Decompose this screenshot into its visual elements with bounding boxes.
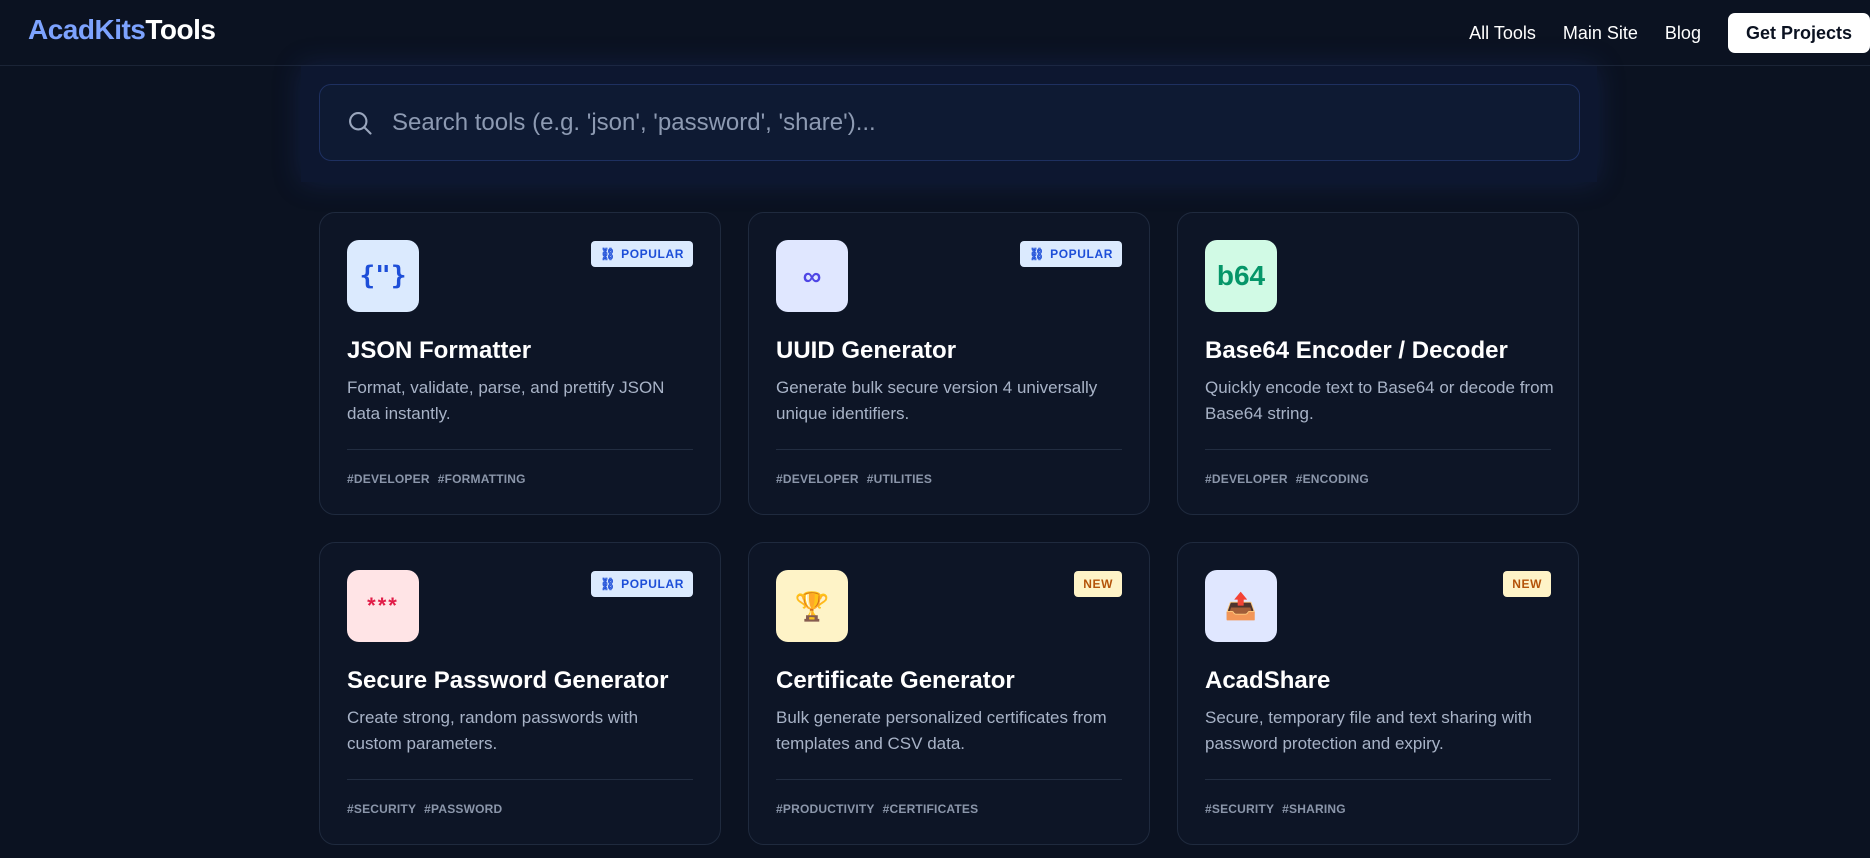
tag-list: #PRODUCTIVITY #CERTIFICATES [776,802,978,816]
tag: #SHARING [1282,802,1346,816]
tag: #DEVELOPER [347,472,430,486]
card-title: JSON Formatter [347,337,532,364]
tag: #SECURITY [1205,802,1275,816]
tag: #PRODUCTIVITY [776,802,875,816]
b64-icon: b64 [1205,240,1277,312]
link-icon: ⛓ [1029,247,1046,261]
tag: #ENCODING [1295,472,1369,486]
new-badge: NEW [1503,571,1551,597]
card-title: AcadShare [1205,667,1331,694]
card-title: Secure Password Generator [347,667,669,694]
site-logo[interactable]: AcadKitsTools [28,14,216,46]
tag: #DEVELOPER [776,472,859,486]
tag-list: #DEVELOPER #FORMATTING [347,472,526,486]
infinity-icon: ∞ [776,240,848,312]
nav-links: All Tools Main Site Blog Get Projects [1469,12,1870,54]
card-description: Bulk generate personalized certificates … [776,708,1107,753]
divider [1205,449,1551,450]
search-box[interactable] [319,84,1580,161]
link-icon: ⛓ [600,247,617,261]
link-icon: ⛓ [600,577,617,591]
trophy-icon: 🏆 [776,570,848,642]
divider [1205,779,1551,780]
get-projects-button[interactable]: Get Projects [1727,13,1870,53]
search-icon [349,111,372,135]
tag: #UTILITIES [866,472,933,486]
card-description: Generate bulk secure version 4 universal… [776,378,1098,423]
card-title: Base64 Encoder / Decoder [1205,337,1508,364]
tag: #PASSWORD [424,802,503,816]
tool-card-acadshare[interactable]: 📤 NEW AcadShare Secure, temporary file a… [1177,542,1579,845]
card-description: Format, validate, parse, and prettify JS… [347,378,665,423]
tag: #DEVELOPER [1205,472,1288,486]
top-nav-bar: AcadKitsTools All Tools Main Site Blog G… [0,0,1870,66]
password-icon: *** [347,570,419,642]
divider [347,449,693,450]
nav-link-blog[interactable]: Blog [1665,23,1701,44]
search-section [301,66,1597,182]
nav-link-all-tools[interactable]: All Tools [1469,23,1536,44]
logo-part-2: Tools [145,14,216,45]
card-title: UUID Generator [776,337,957,364]
search-input[interactable] [392,108,1492,137]
popular-badge: ⛓ POPULAR [591,241,693,267]
tag-list: #SECURITY #PASSWORD [347,802,502,816]
tag: #CERTIFICATES [882,802,979,816]
nav-link-main-site[interactable]: Main Site [1563,23,1638,44]
new-badge: NEW [1074,571,1122,597]
popular-badge: ⛓ POPULAR [591,571,693,597]
tool-card-json-formatter[interactable]: {"} ⛓ POPULAR JSON Formatter Format, vali… [319,212,721,515]
card-title: Certificate Generator [776,667,1015,694]
braces-icon: {"} [347,240,419,312]
divider [776,779,1122,780]
card-description: Quickly encode text to Base64 or decode … [1205,378,1554,423]
tool-card-uuid-generator[interactable]: ∞ ⛓ POPULAR UUID Generator Generate bulk … [748,212,1150,515]
tool-card-base64[interactable]: b64 Base64 Encoder / Decoder Quickly enc… [1177,212,1579,515]
tag: #FORMATTING [437,472,526,486]
tag-list: #DEVELOPER #ENCODING [1205,472,1369,486]
popular-badge: ⛓ POPULAR [1020,241,1122,267]
tool-card-password-generator[interactable]: *** ⛓ POPULAR Secure Password Generator C… [319,542,721,845]
card-description: Create strong, random passwords with cus… [347,708,639,753]
tag: #SECURITY [347,802,417,816]
divider [347,779,693,780]
tool-card-certificate-generator[interactable]: 🏆 NEW Certificate Generator Bulk generat… [748,542,1150,845]
divider [776,449,1122,450]
card-description: Secure, temporary file and text sharing … [1205,708,1532,753]
share-upload-icon: 📤 [1205,570,1277,642]
logo-part-1: AcadKits [28,14,146,45]
tag-list: #SECURITY #SHARING [1205,802,1346,816]
tag-list: #DEVELOPER #UTILITIES [776,472,932,486]
